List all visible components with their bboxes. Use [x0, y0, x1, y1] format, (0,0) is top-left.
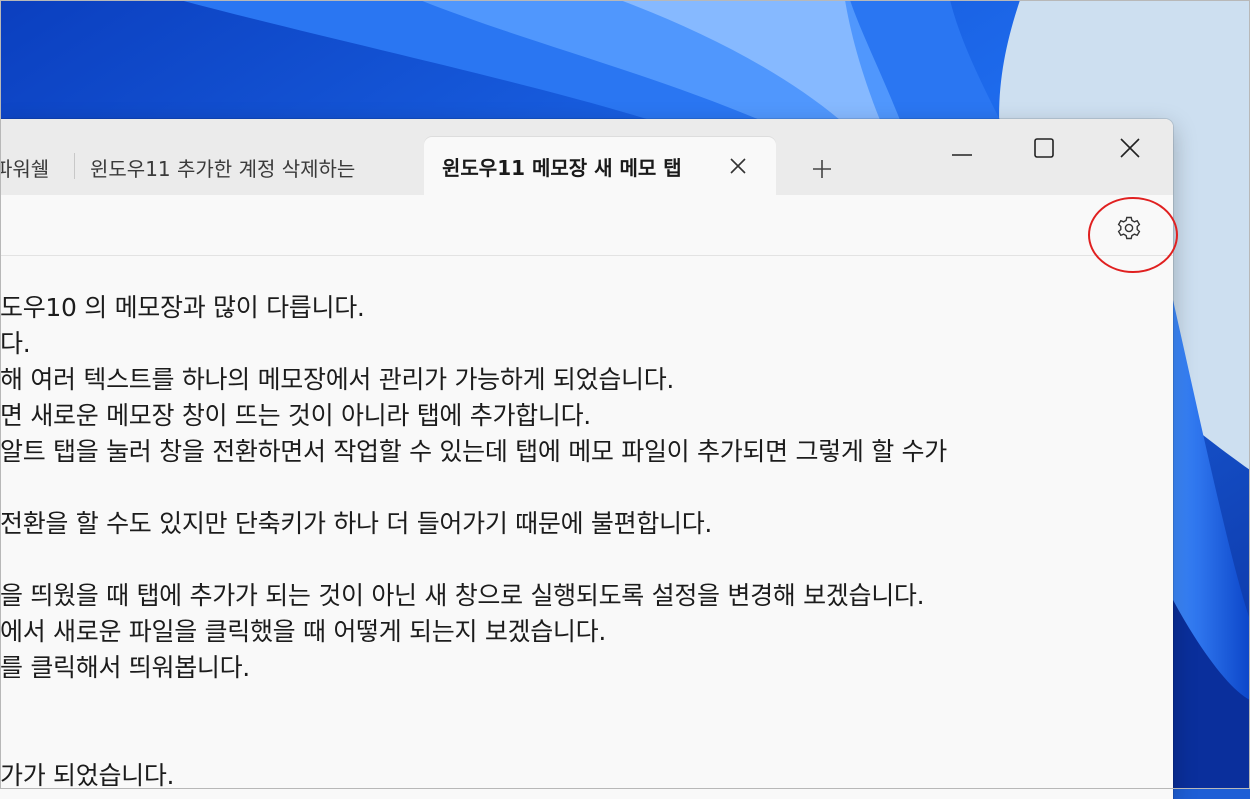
gear-icon	[1117, 216, 1141, 240]
editor-line: 전환을 할 수도 있지만 단축키가 하나 더 들어가기 때문에 불편합니다.	[0, 509, 713, 538]
maximize-icon	[1034, 138, 1054, 158]
editor-line: 면 새로운 메모장 창이 뜨는 것이 아니라 탭에 추가합니다.	[0, 401, 591, 430]
new-tab-button[interactable]	[806, 153, 838, 185]
editor-line: 가가 되었습니다.	[0, 761, 175, 790]
tab-delete-account[interactable]: 윈도우11 추가한 계정 삭제하는	[90, 139, 416, 195]
notepad-window: 파워쉘 윈도우11 추가한 계정 삭제하는 윈도우11 메모장 새 메모 탭 도…	[0, 119, 1173, 799]
editor-line: 해 여러 텍스트를 하나의 메모장에서 관리가 가능하게 되었습니다.	[0, 365, 675, 394]
maximize-button[interactable]	[1014, 127, 1074, 171]
tab-label: 윈도우11 메모장 새 메모 탭	[442, 155, 682, 180]
tab-close-icon[interactable]	[724, 152, 752, 180]
close-button[interactable]	[1100, 127, 1160, 171]
minimize-button[interactable]	[932, 127, 992, 171]
toolbar	[0, 195, 1173, 256]
editor-line: 를 클릭해서 띄워봅니다.	[0, 653, 250, 682]
editor-line: 에서 새로운 파일을 클릭했을 때 어떻게 되는지 보겠습니다.	[0, 617, 606, 646]
settings-button[interactable]	[1112, 211, 1146, 245]
plus-icon	[813, 160, 831, 178]
text-editor[interactable]: 도우10 의 메모장과 많이 다릅니다. 다. 해 여러 텍스트를 하나의 메모…	[0, 256, 1173, 799]
tab-label: 파워쉘	[0, 156, 50, 181]
editor-line: 도우10 의 메모장과 많이 다릅니다.	[0, 293, 365, 322]
tab-active-notepad[interactable]: 윈도우11 메모장 새 메모 탭	[424, 137, 776, 195]
minimize-icon	[952, 154, 972, 156]
editor-line: 알트 탭을 눌러 창을 전환하면서 작업할 수 있는데 탭에 메모 파일이 추가…	[0, 437, 947, 466]
close-icon	[1120, 138, 1140, 158]
tab-strip: 파워쉘 윈도우11 추가한 계정 삭제하는 윈도우11 메모장 새 메모 탭	[0, 119, 1173, 195]
editor-line: 다.	[0, 329, 31, 358]
tab-separator	[74, 153, 75, 179]
tab-label: 윈도우11 추가한 계정 삭제하는	[90, 156, 356, 181]
tab-powershell[interactable]: 파워쉘	[0, 139, 72, 195]
editor-line: 을 띄웠을 때 탭에 추가가 되는 것이 아닌 새 창으로 실행되도록 설정을 …	[0, 581, 925, 610]
